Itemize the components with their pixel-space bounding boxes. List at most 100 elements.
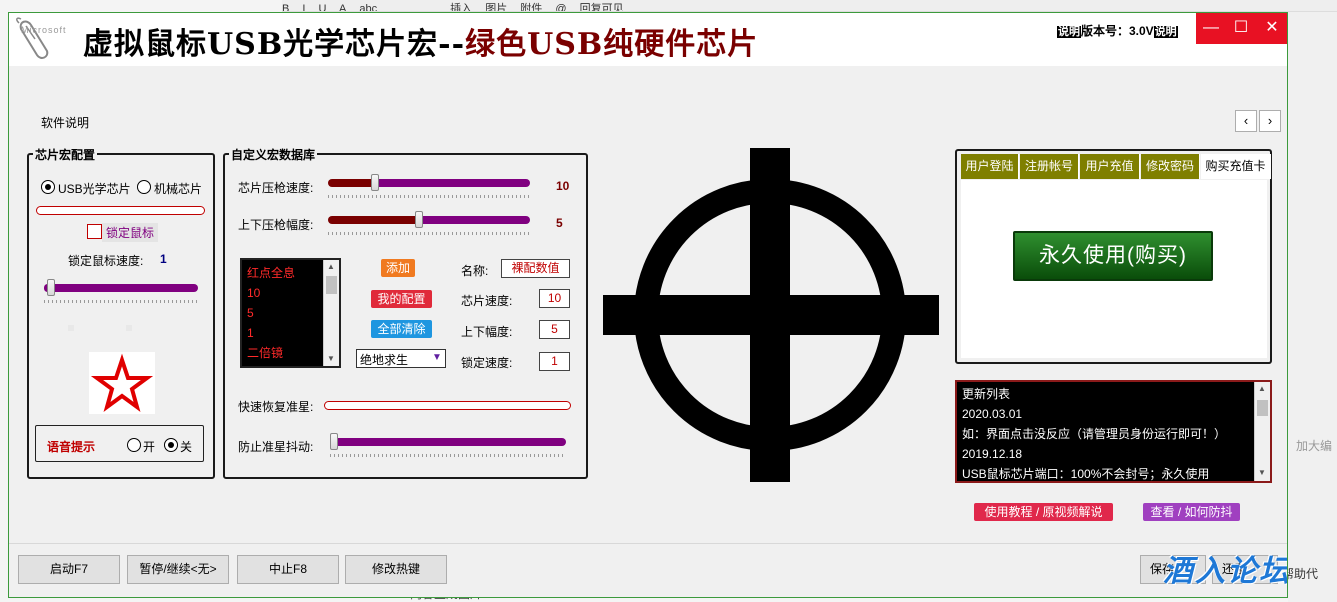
voice-off-radio[interactable]	[164, 438, 178, 452]
list-item: 2019.12.18	[962, 447, 1023, 461]
macro-list[interactable]: 红点全息 10 5 1 二倍镜 ▲ ▼	[240, 258, 341, 368]
scroll-thumb[interactable]	[1257, 400, 1268, 416]
spell-icon: abc	[359, 3, 378, 12]
lock-speed-value: 1	[160, 252, 167, 266]
range-field[interactable]: 5	[539, 320, 570, 339]
nav-left-button[interactable]: ‹	[1235, 110, 1257, 132]
anti-shake-slider[interactable]	[324, 432, 572, 460]
scroll-thumb[interactable]	[326, 276, 337, 294]
slider-thumb[interactable]	[47, 279, 55, 296]
voice-on-label: 开	[143, 440, 156, 454]
list-item[interactable]: 10	[247, 283, 325, 303]
tutorial-button[interactable]: 使用教程 / 原视频解说	[974, 503, 1113, 521]
list-item[interactable]: 二倍镜	[247, 343, 325, 363]
decor-dot	[126, 325, 132, 331]
background-enlarge-label: 加大编	[1296, 439, 1333, 453]
anti-shake-label: 防止准星抖动:	[238, 440, 314, 454]
tab-user-login[interactable]: 用户登陆	[961, 154, 1019, 179]
tab-buy-card[interactable]: 购买充值卡	[1201, 154, 1271, 179]
watermark-logo: 酒入论坛	[1163, 555, 1288, 588]
slider-thumb[interactable]	[371, 174, 379, 191]
name-field[interactable]: 裸配数值	[501, 259, 570, 278]
update-list[interactable]: 更新列表 2020.03.01 如：界面点击没反应（请管理员身份运行即可！） 2…	[955, 380, 1272, 483]
scroll-up-icon[interactable]: ▲	[1258, 384, 1266, 393]
list-item[interactable]: 1	[247, 323, 325, 343]
lock-speed-slider[interactable]	[38, 278, 204, 304]
macro-list-items: 红点全息 10 5 1 二倍镜	[247, 263, 325, 363]
chip-status-bar	[36, 206, 205, 215]
list-item: 如：界面点击没反应（请管理员身份运行即可！）	[962, 427, 1227, 441]
radio-mech-chip[interactable]	[137, 180, 151, 194]
my-config-button[interactable]: 我的配置	[371, 290, 432, 308]
slider-track	[371, 179, 530, 187]
clear-all-button[interactable]: 全部清除	[371, 320, 432, 338]
account-tab-content: 永久使用(购买)	[961, 180, 1267, 358]
version-left-tag[interactable]: 说明	[1057, 26, 1081, 38]
chip-speed-slider-label: 芯片压枪速度:	[238, 181, 314, 195]
title-bar: Microsoft 虚拟鼠标USB光学芯片宏--绿色USB纯硬件芯片 说明版本号…	[9, 13, 1287, 66]
tab-recharge[interactable]: 用户充值	[1080, 154, 1140, 179]
menu-item-software-info[interactable]: 软件说明	[23, 112, 107, 134]
game-select-value: 绝地求生	[360, 353, 409, 367]
game-select[interactable]: 绝地求生 ▼	[356, 349, 446, 368]
app-window: Microsoft 虚拟鼠标USB光学芯片宏--绿色USB纯硬件芯片 说明版本号…	[8, 12, 1288, 598]
pause-button[interactable]: 暂停/继续<无>	[127, 555, 229, 584]
chip-speed-slider-value: 10	[556, 179, 570, 193]
close-button[interactable]: ✕	[1257, 13, 1287, 44]
italic-icon: I	[302, 3, 306, 12]
anti-shake-help-button[interactable]: 查看 / 如何防抖	[1143, 503, 1240, 521]
bold-icon: B	[282, 3, 290, 12]
lock-speed-field[interactable]: 1	[539, 352, 570, 371]
lock-mouse-label: 锁定鼠标	[102, 223, 159, 242]
crosshair-icon	[603, 148, 939, 482]
version-right-tag[interactable]: 说明	[1153, 26, 1178, 38]
image-label: 图片	[485, 3, 508, 12]
list-item[interactable]: 5	[247, 303, 325, 323]
slider-ticks	[44, 300, 198, 303]
mouse-logo-icon: Microsoft	[13, 17, 73, 63]
maximize-button[interactable]: ☐	[1226, 13, 1256, 44]
radio-usb-chip-label: USB光学芯片	[58, 182, 131, 196]
tab-register[interactable]: 注册帐号	[1020, 154, 1079, 179]
font-color-icon: A	[338, 3, 347, 12]
star-image	[89, 352, 155, 414]
list-item: 更新列表	[962, 387, 1011, 401]
slider-track	[330, 438, 566, 446]
range-field-label: 上下幅度:	[461, 325, 513, 339]
slider-ticks	[328, 232, 530, 235]
name-label: 名称:	[461, 264, 489, 278]
radio-usb-chip[interactable]	[41, 180, 55, 194]
bottom-bar: 启动F7 暂停/继续<无> 中止F8 修改热键 保存 还原 酒入论坛	[9, 543, 1288, 597]
lock-speed-field-label: 锁定速度:	[461, 356, 513, 370]
slider-thumb[interactable]	[330, 433, 338, 450]
lock-mouse-checkbox[interactable]	[87, 224, 102, 239]
minimize-button[interactable]: —	[1196, 13, 1226, 44]
macro-list-scrollbar[interactable]: ▲ ▼	[323, 260, 339, 366]
add-button[interactable]: 添加	[381, 259, 415, 277]
stop-button[interactable]: 中止F8	[237, 555, 339, 584]
background-right-panel: 加大编 帮助代	[1282, 12, 1337, 602]
scroll-down-icon[interactable]: ▼	[1258, 468, 1266, 477]
app-title: 虚拟鼠标USB光学芯片宏--绿色USB纯硬件芯片	[83, 19, 758, 63]
nav-right-button[interactable]: ›	[1259, 110, 1281, 132]
menu-bar: 软件说明	[9, 108, 1287, 136]
logo-text: Microsoft	[21, 25, 67, 35]
tab-change-password[interactable]: 修改密码	[1141, 154, 1200, 179]
chip-speed-field[interactable]: 10	[539, 289, 570, 308]
start-button[interactable]: 启动F7	[18, 555, 120, 584]
range-slider[interactable]	[322, 210, 536, 238]
update-list-scrollbar[interactable]: ▲ ▼	[1254, 382, 1270, 481]
scroll-down-icon[interactable]: ▼	[327, 354, 335, 363]
radio-mech-chip-label: 机械芯片	[154, 182, 203, 196]
slider-track	[415, 216, 530, 224]
hotkey-button[interactable]: 修改热键	[345, 555, 447, 584]
title-highlight: 绿色USB纯硬件芯片	[465, 27, 759, 62]
voice-on-radio[interactable]	[127, 438, 141, 452]
buy-forever-button[interactable]: 永久使用(购买)	[1013, 231, 1213, 281]
slider-thumb[interactable]	[415, 211, 423, 228]
list-item[interactable]: 红点全息	[247, 263, 325, 283]
scroll-up-icon[interactable]: ▲	[327, 262, 335, 271]
crosshair-image	[603, 148, 939, 482]
chip-speed-slider[interactable]	[322, 173, 536, 201]
attachment-label: 附件	[520, 3, 543, 12]
